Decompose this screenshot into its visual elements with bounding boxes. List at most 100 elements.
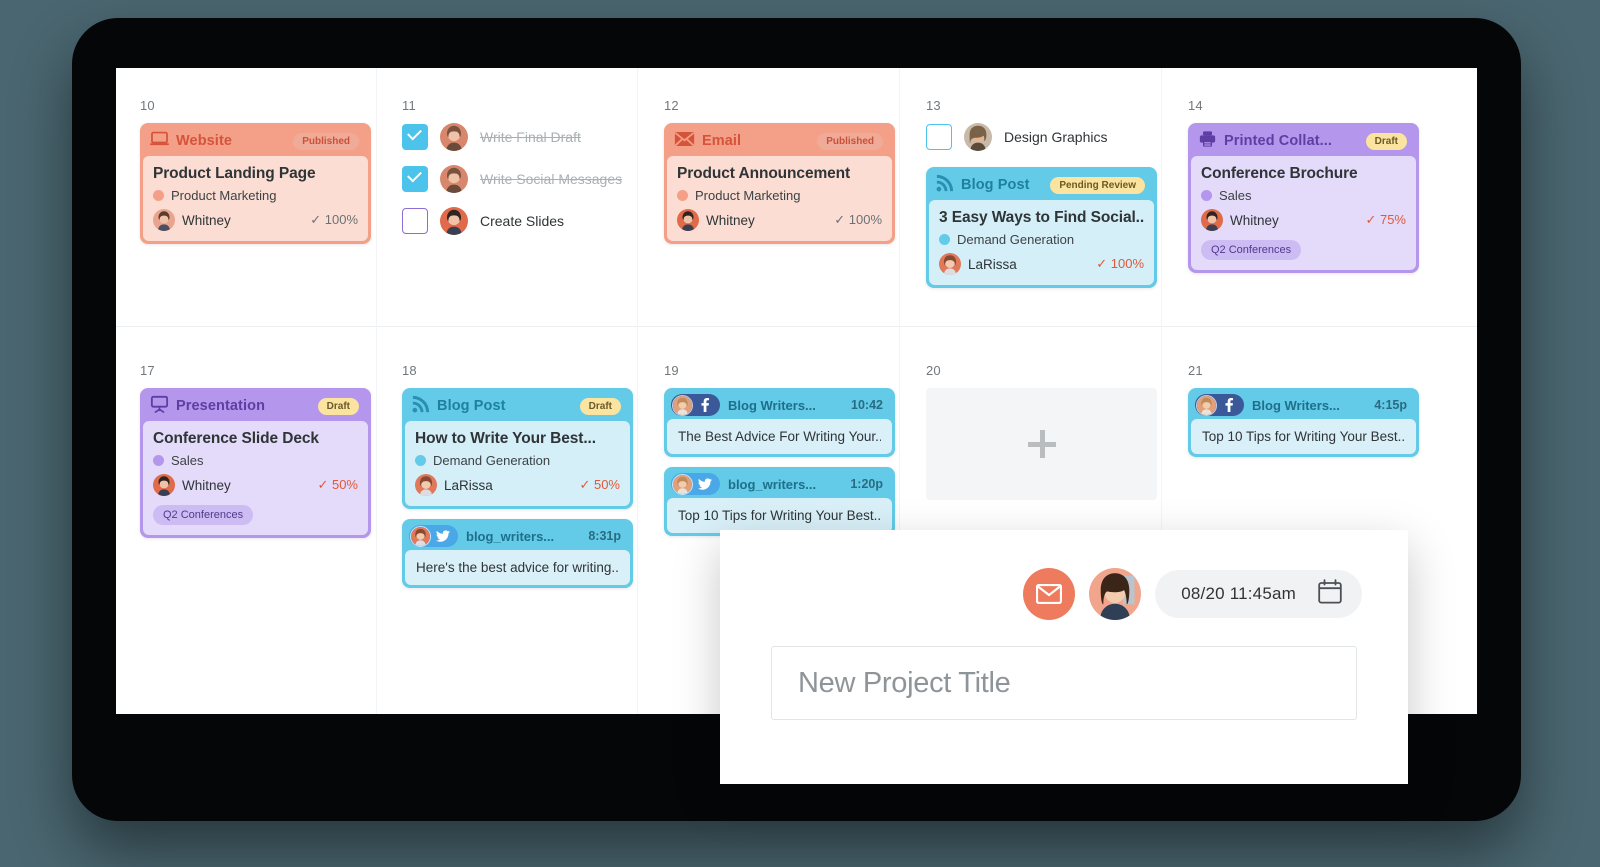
project-card[interactable]: Printed Collat... Draft Conference Broch… xyxy=(1188,123,1419,273)
add-item-button[interactable] xyxy=(926,388,1157,500)
category-label: Sales xyxy=(1219,188,1252,203)
social-handle: Blog Writers... xyxy=(1252,397,1340,413)
project-assignee-row: Whitney ✓ 50% xyxy=(153,474,358,496)
project-assignee-row: Whitney ✓ 100% xyxy=(677,209,882,231)
row-divider xyxy=(116,326,1477,327)
column-divider xyxy=(637,68,638,714)
avatar xyxy=(939,253,961,275)
task-checkbox[interactable] xyxy=(402,166,428,192)
task-item[interactable]: Write Final Draft xyxy=(402,123,622,151)
plus-icon xyxy=(1027,430,1056,458)
status-badge: Draft xyxy=(1365,132,1407,150)
assignee-name: LaRissa xyxy=(968,256,1017,272)
social-card-body: Top 10 Tips for Writing Your Best... xyxy=(667,498,892,533)
day-number: 18 xyxy=(402,363,417,378)
category-dot xyxy=(153,455,164,466)
project-card[interactable]: Presentation Draft Conference Slide Deck… xyxy=(140,388,371,538)
project-type-label: Presentation xyxy=(176,398,266,414)
task-item[interactable]: Design Graphics xyxy=(926,123,1157,151)
social-card[interactable]: blog_writers... 8:31p Here's the best ad… xyxy=(402,519,633,588)
project-category: Product Marketing xyxy=(153,188,358,203)
social-card[interactable]: Blog Writers... 4:15p Top 10 Tips for Wr… xyxy=(1188,388,1419,457)
project-card[interactable]: Email Published Product Announcement Pro… xyxy=(664,123,895,244)
avatar xyxy=(672,394,693,416)
progress-percent: ✓ 100% xyxy=(1096,256,1144,271)
avatar xyxy=(677,209,699,231)
project-title: 3 Easy Ways to Find Social... xyxy=(939,209,1144,226)
social-message: The Best Advice For Writing Your... xyxy=(678,429,881,444)
assignee-name: Whitney xyxy=(182,477,231,493)
avatar xyxy=(440,207,468,235)
social-handle: blog_writers... xyxy=(466,528,555,544)
project-assignee-row: LaRissa ✓ 100% xyxy=(939,253,1144,275)
project-card-body: Conference Brochure Sales Whitney ✓ 75% … xyxy=(1191,156,1416,270)
envelope-icon[interactable] xyxy=(1023,568,1076,620)
task-checkbox[interactable] xyxy=(402,124,428,150)
status-badge: Published xyxy=(293,132,359,150)
calendar-day-cell[interactable]: 11 Write Final Draft Write Social Messag… xyxy=(402,98,622,249)
social-card[interactable]: Blog Writers... 10:42 The Best Advice Fo… xyxy=(664,388,895,457)
progress-percent: ✓ 75% xyxy=(1365,212,1406,227)
calendar-day-cell[interactable]: 13 Design Graphics Blog Post Pending Rev… xyxy=(926,98,1157,288)
avatar xyxy=(415,474,437,496)
category-dot xyxy=(415,455,426,466)
project-card-body: How to Write Your Best... Demand Generat… xyxy=(405,421,630,506)
project-category: Product Marketing xyxy=(677,188,882,203)
project-card-body: 3 Easy Ways to Find Social... Demand Gen… xyxy=(929,200,1154,285)
new-project-modal[interactable]: 08/20 11:45am New Project Title xyxy=(720,530,1408,784)
calendar-day-cell[interactable]: 18 Blog Post Draft How to Write Your Bes… xyxy=(402,363,633,588)
project-card-header: Blog Post Pending Review xyxy=(929,170,1154,200)
printer-icon xyxy=(1198,130,1217,153)
calendar-icon[interactable] xyxy=(1318,579,1342,609)
task-checkbox[interactable] xyxy=(402,208,428,234)
project-card[interactable]: Blog Post Pending Review 3 Easy Ways to … xyxy=(926,167,1157,288)
facebook-account-chip xyxy=(1195,394,1244,416)
task-checkbox[interactable] xyxy=(926,124,952,150)
social-card-body: The Best Advice For Writing Your... xyxy=(667,419,892,454)
day-number: 19 xyxy=(664,363,679,378)
rss-icon xyxy=(936,174,954,197)
modal-toolbar: 08/20 11:45am xyxy=(720,530,1408,620)
project-tag[interactable]: Q2 Conferences xyxy=(1201,240,1302,260)
progress-percent: ✓ 100% xyxy=(310,212,358,227)
task-item[interactable]: Create Slides xyxy=(402,207,622,235)
calendar-day-cell[interactable]: 14 Printed Collat... Draft Conference Br… xyxy=(1188,98,1419,273)
facebook-icon xyxy=(696,396,714,414)
category-label: Demand Generation xyxy=(433,453,551,468)
social-card-header: blog_writers... 8:31p xyxy=(405,522,630,550)
avatar xyxy=(440,123,468,151)
facebook-icon xyxy=(1220,396,1238,414)
social-card[interactable]: blog_writers... 1:20p Top 10 Tips for Wr… xyxy=(664,467,895,536)
day-number: 21 xyxy=(1188,363,1203,378)
task-item[interactable]: Write Social Messages xyxy=(402,165,622,193)
project-title-input[interactable]: New Project Title xyxy=(771,646,1357,720)
day-number: 17 xyxy=(140,363,155,378)
day-number: 20 xyxy=(926,363,941,378)
calendar-day-cell[interactable]: 19 Blog Writers... 10:42 The Best Advice… xyxy=(664,363,895,536)
envelope-icon xyxy=(674,131,695,152)
project-card[interactable]: Website Published Product Landing Page P… xyxy=(140,123,371,244)
facebook-account-chip xyxy=(671,394,720,416)
calendar-day-cell[interactable]: 10 Website Published Product Landing Pag… xyxy=(140,98,371,244)
project-assignee-row: LaRissa ✓ 50% xyxy=(415,474,620,496)
category-label: Demand Generation xyxy=(957,232,1075,247)
calendar-day-cell[interactable]: 12 Email Published Product Announcement … xyxy=(664,98,895,244)
project-tag[interactable]: Q2 Conferences xyxy=(153,505,254,525)
date-time-picker[interactable]: 08/20 11:45am xyxy=(1155,570,1362,618)
project-card-body: Product Landing Page Product Marketing W… xyxy=(143,156,368,241)
avatar xyxy=(1201,209,1223,231)
calendar-day-cell[interactable]: 20 xyxy=(926,363,1157,500)
status-badge: Pending Review xyxy=(1050,176,1145,194)
assignee-name: Whitney xyxy=(182,212,231,228)
progress-percent: ✓ 100% xyxy=(834,212,882,227)
social-time: 4:15p xyxy=(1374,398,1407,412)
avatar xyxy=(964,123,992,151)
laptop-icon xyxy=(150,131,169,151)
avatar xyxy=(153,209,175,231)
calendar-day-cell[interactable]: 17 Presentation Draft Conference Slide D… xyxy=(140,363,371,538)
avatar[interactable] xyxy=(1089,568,1142,620)
calendar-day-cell[interactable]: 21 Blog Writers... 4:15p Top 10 Tips for… xyxy=(1188,363,1419,457)
category-dot xyxy=(153,190,164,201)
project-card[interactable]: Blog Post Draft How to Write Your Best..… xyxy=(402,388,633,509)
avatar xyxy=(440,165,468,193)
